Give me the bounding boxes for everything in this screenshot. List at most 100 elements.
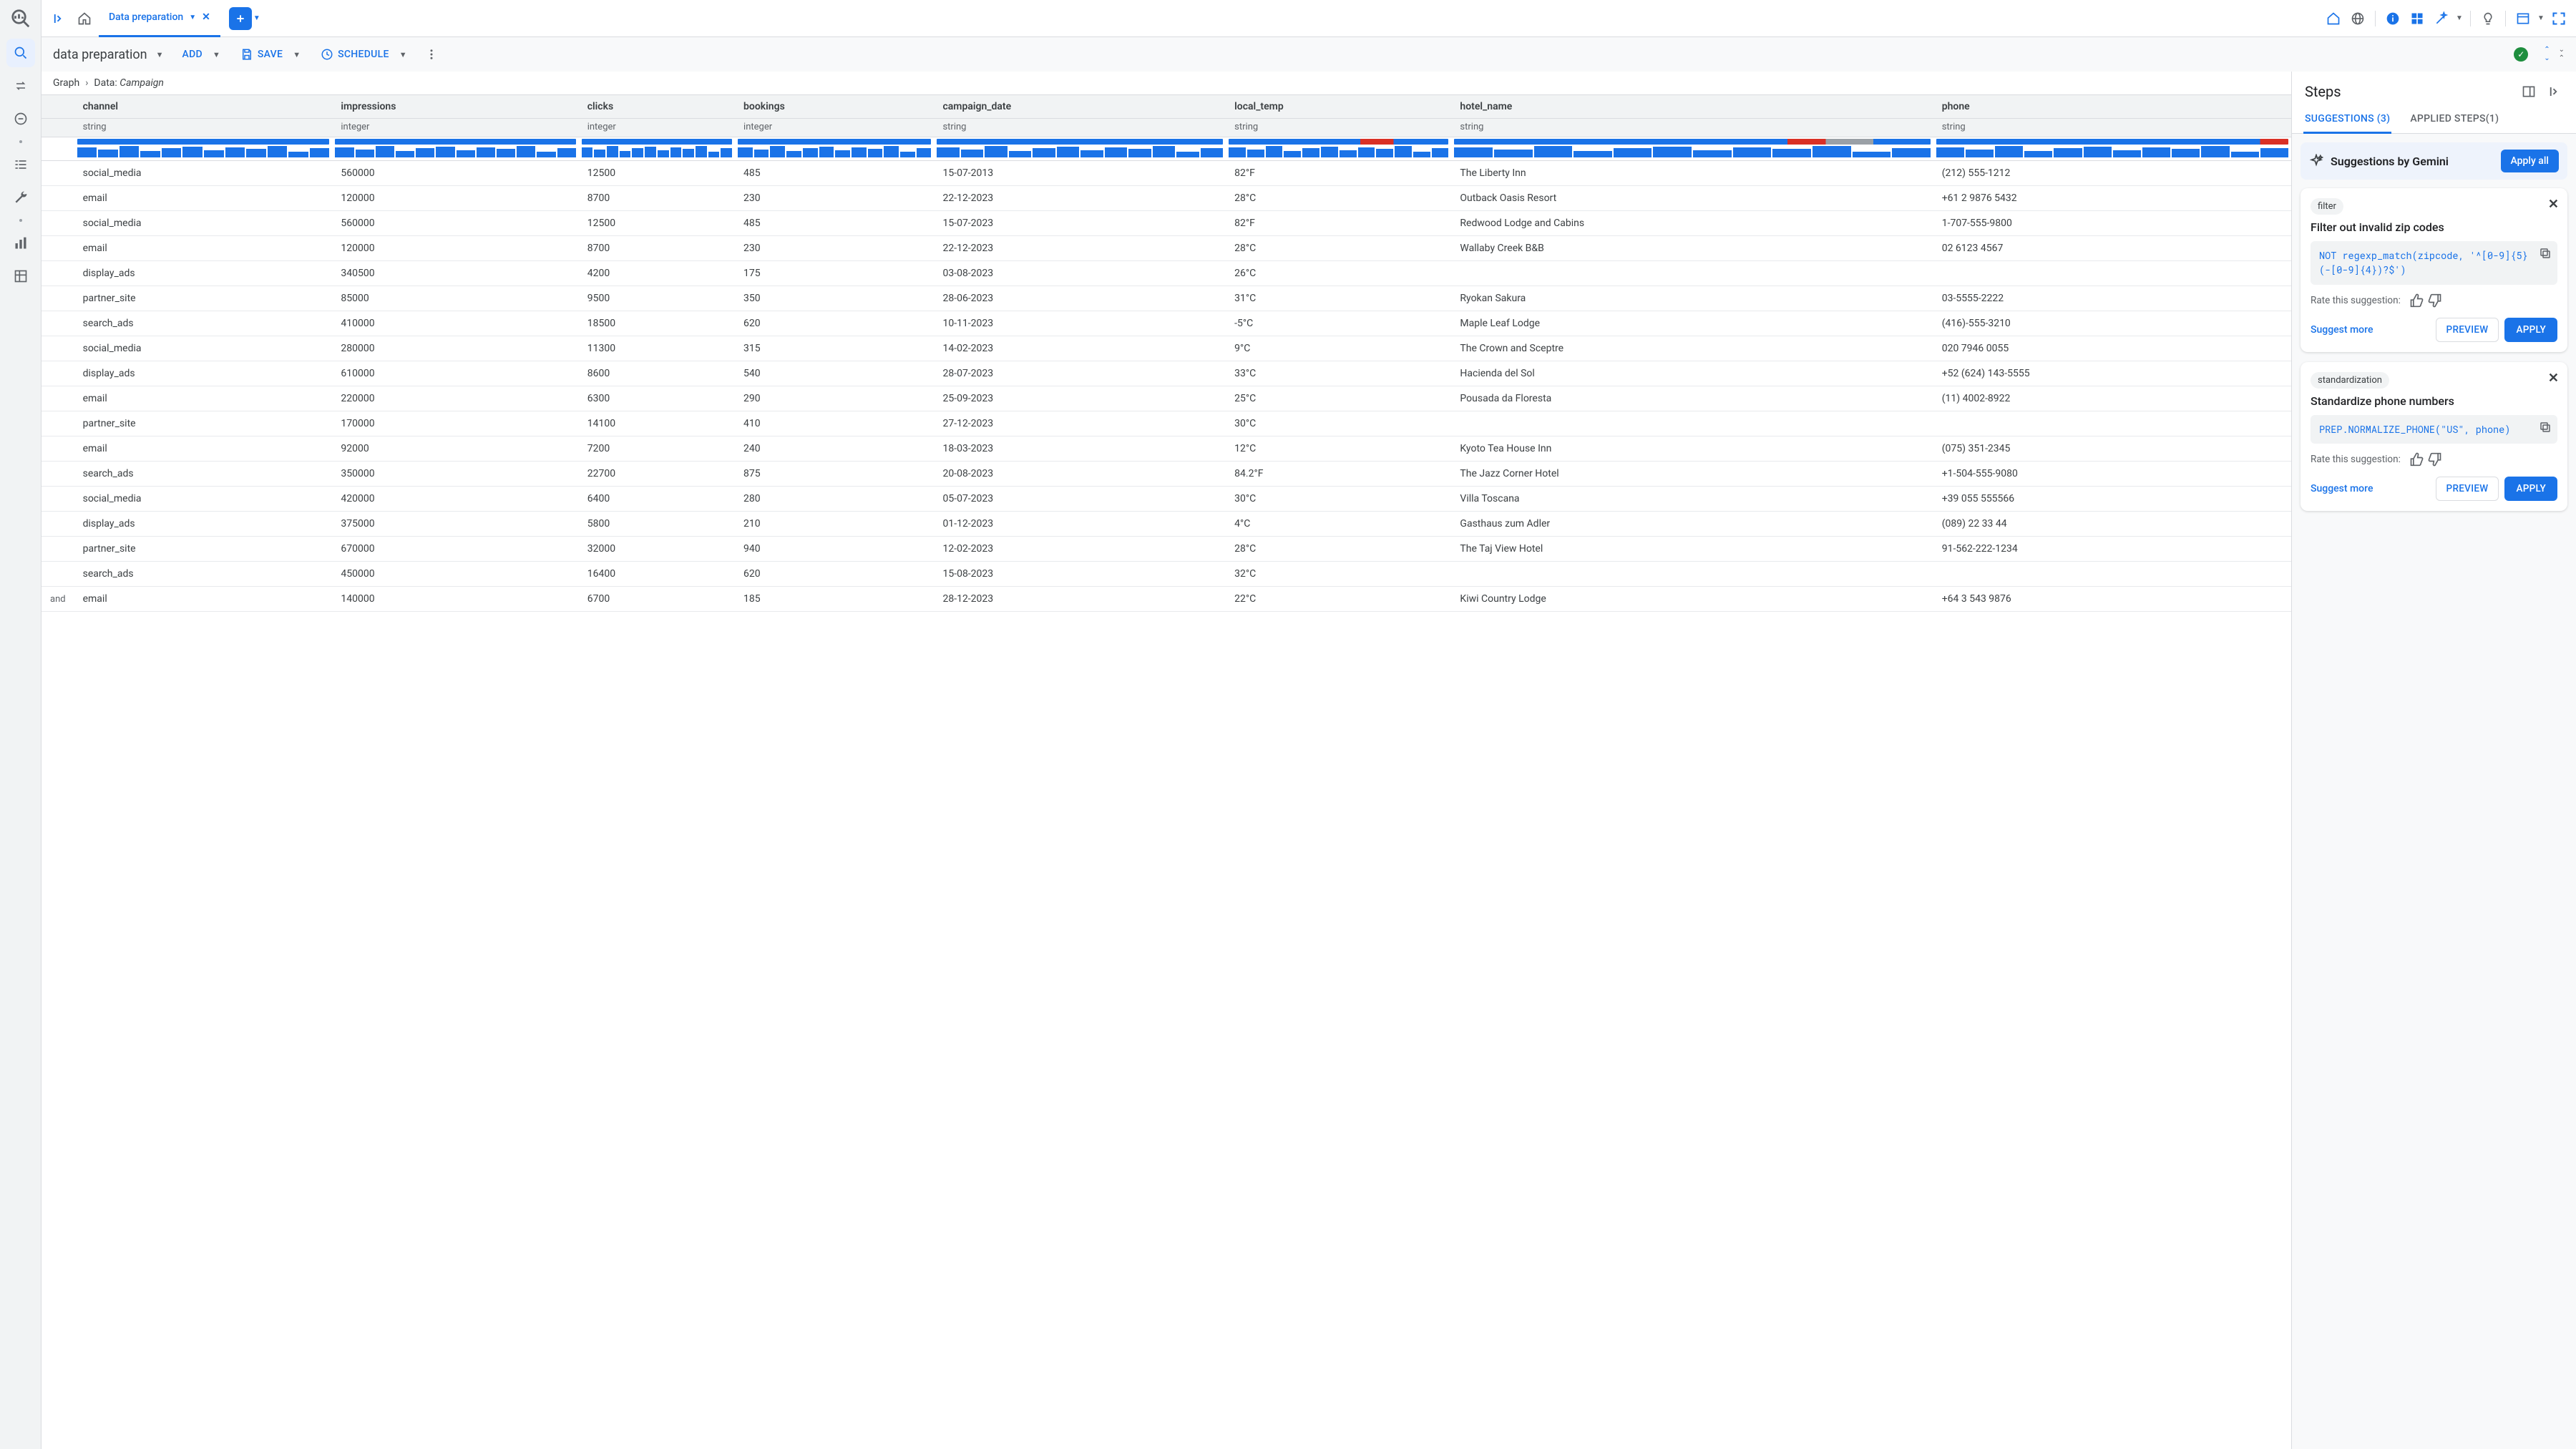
cell[interactable]: 290 [735, 386, 934, 411]
table-row[interactable]: social_media2800001130031514-02-20239°CT… [42, 336, 2291, 361]
cell[interactable] [1933, 411, 2291, 436]
cell[interactable]: 27-12-2023 [934, 411, 1226, 436]
chevron-down-icon[interactable]: ▼ [189, 14, 196, 21]
collapse-control[interactable]: ⌄⌃ [2559, 47, 2565, 62]
cell[interactable]: Kiwi Country Lodge [1451, 587, 1933, 612]
cell[interactable] [1451, 562, 1933, 587]
cell[interactable]: 620 [735, 311, 934, 336]
suggest-more-link[interactable]: Suggest more [2311, 324, 2373, 336]
cell[interactable]: 22-12-2023 [934, 236, 1226, 261]
tab-applied-steps[interactable]: APPLIED STEPS(1) [2409, 106, 2500, 133]
cell[interactable]: Ryokan Sakura [1451, 286, 1933, 311]
cell[interactable]: 28°C [1226, 236, 1451, 261]
cell[interactable]: 450000 [332, 562, 578, 587]
cell[interactable]: 25-09-2023 [934, 386, 1226, 411]
chevron-down-icon[interactable]: ▼ [156, 50, 164, 59]
cell[interactable]: email [74, 186, 333, 211]
close-tab-icon[interactable]: ✕ [202, 11, 210, 23]
cell[interactable]: +39 055 555566 [1933, 487, 2291, 512]
cell[interactable]: 26°C [1226, 261, 1451, 286]
column-profile[interactable] [1451, 137, 1933, 161]
cell[interactable]: display_ads [74, 361, 333, 386]
cell[interactable]: 540 [735, 361, 934, 386]
collapse-panel-icon[interactable] [2545, 82, 2565, 102]
cell[interactable]: search_ads [74, 311, 333, 336]
table-row[interactable]: partner_site1700001410041027-12-202330°C [42, 411, 2291, 436]
cell[interactable]: 9°C [1226, 336, 1451, 361]
cell[interactable]: 4°C [1226, 512, 1451, 537]
cell[interactable]: 30°C [1226, 411, 1451, 436]
cell[interactable]: Redwood Lodge and Cabins [1451, 211, 1933, 236]
apply-button[interactable]: APPLY [2504, 318, 2557, 342]
cell[interactable]: 12-02-2023 [934, 537, 1226, 562]
rail-circle-minus-icon[interactable] [6, 104, 35, 133]
cell[interactable]: display_ads [74, 261, 333, 286]
table-row[interactable]: search_ads3500002270087520-08-202384.2°F… [42, 462, 2291, 487]
cell[interactable]: email [74, 386, 333, 411]
cell[interactable]: 18-03-2023 [934, 436, 1226, 462]
cell[interactable]: 140000 [332, 587, 578, 612]
table-row[interactable]: display_ads610000860054028-07-202333°CHa… [42, 361, 2291, 386]
cell[interactable]: 8600 [579, 361, 735, 386]
thumbs-down-icon[interactable] [2428, 452, 2442, 467]
cell[interactable]: 230 [735, 186, 934, 211]
cell[interactable]: 28°C [1226, 186, 1451, 211]
cell[interactable]: email [74, 236, 333, 261]
cell[interactable]: The Crown and Sceptre [1451, 336, 1933, 361]
cell[interactable] [1451, 411, 1933, 436]
cell[interactable]: 28-12-2023 [934, 587, 1226, 612]
cell[interactable]: partner_site [74, 537, 333, 562]
close-icon[interactable]: ✕ [2548, 371, 2559, 386]
expand-rail-button[interactable] [47, 7, 70, 30]
cell[interactable]: 6700 [579, 587, 735, 612]
tab-data-preparation[interactable]: Data preparation ▼ ✕ [99, 0, 220, 37]
expand-collapse-control[interactable]: ⌃⌄ [2544, 47, 2550, 62]
table-row[interactable]: email220000630029025-09-202325°CPousada … [42, 386, 2291, 411]
cell[interactable]: 175 [735, 261, 934, 286]
cell[interactable]: search_ads [74, 462, 333, 487]
cell[interactable]: The Taj View Hotel [1451, 537, 1933, 562]
schedule-button[interactable]: SCHEDULE [313, 44, 396, 65]
cell[interactable]: 28-07-2023 [934, 361, 1226, 386]
cell[interactable]: 01-12-2023 [934, 512, 1226, 537]
data-grid[interactable]: channelimpressionsclicksbookingscampaign… [42, 94, 2291, 1449]
cell[interactable]: 670000 [332, 537, 578, 562]
cell[interactable]: 10-11-2023 [934, 311, 1226, 336]
cell[interactable]: 350 [735, 286, 934, 311]
cell[interactable]: 12500 [579, 211, 735, 236]
chevron-down-icon[interactable]: ▼ [2536, 7, 2546, 30]
cell[interactable]: 15-07-2023 [934, 211, 1226, 236]
chevron-down-icon[interactable]: ▼ [399, 50, 407, 59]
cell[interactable]: partner_site [74, 411, 333, 436]
rail-swap-icon[interactable] [6, 72, 35, 100]
cell[interactable]: 25°C [1226, 386, 1451, 411]
cell[interactable]: 120000 [332, 186, 578, 211]
cell[interactable]: 31°C [1226, 286, 1451, 311]
table-row[interactable]: social_media420000640028005-07-202330°CV… [42, 487, 2291, 512]
thumbs-up-icon[interactable] [2409, 452, 2424, 467]
breadcrumb-graph[interactable]: Graph [53, 77, 79, 89]
grid-icon[interactable] [2406, 7, 2429, 30]
cell[interactable]: 16400 [579, 562, 735, 587]
tab-suggestions[interactable]: SUGGESTIONS (3) [2303, 106, 2391, 134]
cell[interactable] [1933, 562, 2291, 587]
cell[interactable]: 33°C [1226, 361, 1451, 386]
cell[interactable]: 340500 [332, 261, 578, 286]
cell[interactable]: 32°C [1226, 562, 1451, 587]
thumbs-up-icon[interactable] [2409, 293, 2424, 308]
column-profile[interactable] [1933, 137, 2291, 161]
cell[interactable]: 14-02-2023 [934, 336, 1226, 361]
table-row[interactable]: display_ads375000580021001-12-20234°CGas… [42, 512, 2291, 537]
cell[interactable]: 610000 [332, 361, 578, 386]
cell[interactable]: search_ads [74, 562, 333, 587]
cell[interactable]: Outback Oasis Resort [1451, 186, 1933, 211]
cell[interactable]: 22°C [1226, 587, 1451, 612]
column-header[interactable]: bookings [735, 95, 934, 119]
cell[interactable]: Hacienda del Sol [1451, 361, 1933, 386]
cell[interactable]: The Liberty Inn [1451, 161, 1933, 186]
column-profile[interactable] [579, 137, 735, 161]
more-menu-button[interactable] [420, 43, 443, 66]
cell[interactable]: social_media [74, 336, 333, 361]
apply-all-button[interactable]: Apply all [2501, 150, 2560, 172]
home-button[interactable] [70, 4, 99, 33]
